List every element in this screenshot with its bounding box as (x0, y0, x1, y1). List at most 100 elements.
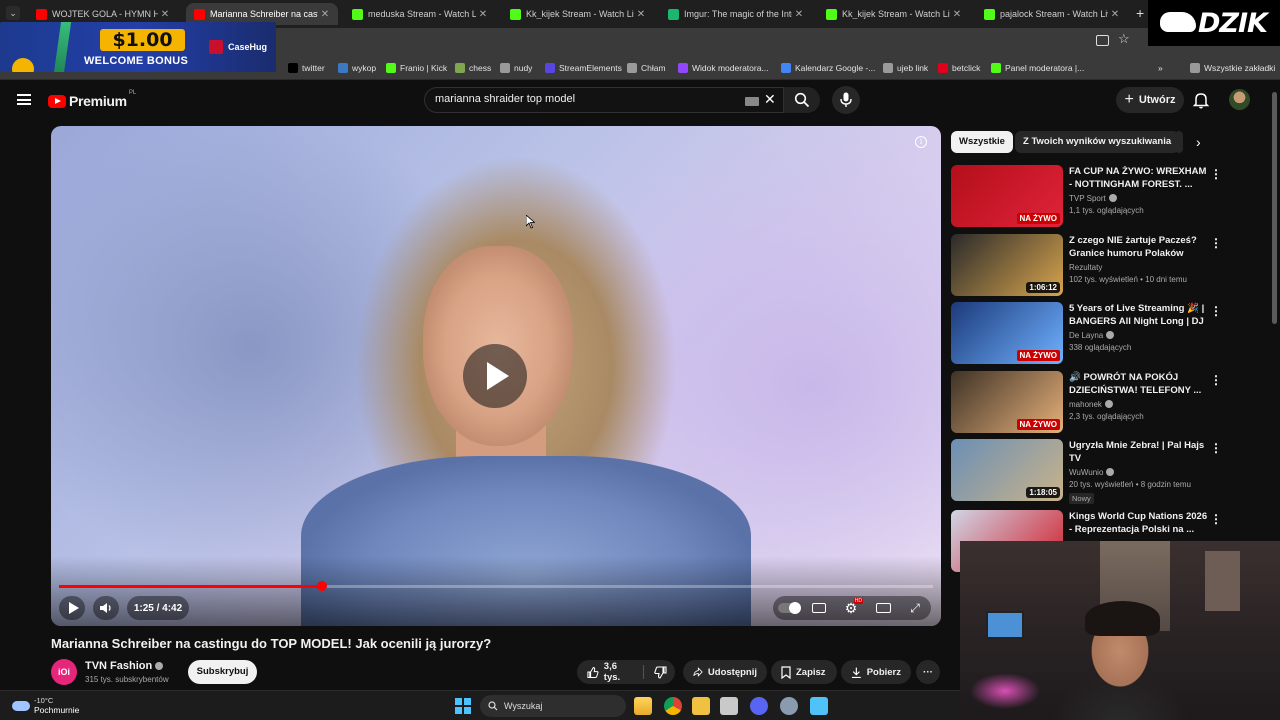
like-button[interactable]: 3,6 tys. (577, 660, 643, 684)
recommendation-title[interactable]: 5 Years of Live Streaming 🎉 | BANGERS Al… (1069, 302, 1209, 328)
bookmark-item[interactable]: Kalendarz Google -... (781, 61, 875, 75)
user-avatar[interactable] (1229, 89, 1250, 110)
discord-icon[interactable] (750, 697, 768, 715)
recommendation-thumbnail[interactable]: NA ŻYWO (951, 371, 1063, 433)
more-options-icon[interactable]: ⋮ (1210, 512, 1222, 526)
browser-tab[interactable]: pajalock Stream - Watch Live on✕ (976, 3, 1128, 25)
clear-search-icon[interactable]: ✕ (764, 91, 776, 108)
save-button[interactable]: Zapisz (771, 660, 837, 684)
info-icon[interactable]: i (915, 136, 927, 148)
menu-hamburger-icon[interactable] (17, 94, 31, 105)
recommendation-channel[interactable]: De Layna (1069, 331, 1115, 340)
recommendation-thumbnail[interactable]: 1:18:05 (951, 439, 1063, 501)
tab-close-icon[interactable]: ✕ (634, 9, 648, 20)
more-options-icon[interactable]: ⋮ (1210, 304, 1222, 318)
bookmark-item[interactable]: twitter (288, 61, 325, 75)
video-player[interactable]: i 1:25 / 4:42 ⚙ HD ⤢ (51, 126, 941, 626)
recommendation-title[interactable]: Ugryzła Mnie Zebra! | Pal Hajs TV (1069, 439, 1209, 465)
recommendation-channel[interactable]: TVP Sport (1069, 194, 1117, 203)
bookmark-item[interactable]: StreamElements (545, 61, 622, 75)
recommendation-channel[interactable]: Rezultaty (1069, 263, 1102, 272)
tab-close-icon[interactable]: ✕ (792, 9, 806, 20)
recommendation-channel[interactable]: WuWunio (1069, 468, 1115, 477)
tab-close-icon[interactable]: ✕ (158, 9, 172, 20)
recommendation-item[interactable]: NA ŻYWO 🔊 POWRÓT NA POKÓJ DZIECIŃSTWA! TE… (951, 371, 1231, 433)
recommendation-item[interactable]: NA ŻYWO FA CUP NA ŻYWO: WREXHAM - NOTTING… (951, 165, 1231, 227)
keyboard-icon[interactable] (745, 97, 759, 106)
recommendation-item[interactable]: 1:06:12 Z czego NIE żartuje Pacześ? Grani… (951, 234, 1231, 296)
page-scrollbar[interactable] (1272, 92, 1277, 324)
bookmarks-overflow-icon[interactable]: » (1158, 61, 1163, 75)
bookmark-item[interactable]: Chłam (627, 61, 666, 75)
more-options-icon[interactable]: ⋮ (1210, 236, 1222, 250)
dislike-button[interactable] (645, 660, 675, 684)
all-bookmarks-button[interactable]: Wszystkie zakładki (1190, 61, 1275, 75)
youtube-premium-logo[interactable]: Premium PL (48, 90, 136, 109)
casehug-ad-overlay[interactable]: $1.00 WELCOME BONUS CaseHug (0, 22, 276, 72)
chrome-icon[interactable] (664, 697, 682, 715)
install-app-icon[interactable] (1096, 35, 1109, 46)
recommendation-thumbnail[interactable]: NA ŻYWO (951, 165, 1063, 227)
tab-close-icon[interactable]: ✕ (476, 9, 490, 20)
file-explorer-icon[interactable] (634, 697, 652, 715)
subscribe-button[interactable]: Subskrybuj (188, 660, 257, 684)
windows-start-icon[interactable] (455, 698, 471, 714)
search-input[interactable] (435, 93, 735, 105)
tab-search-dropdown-icon[interactable]: ⌄ (6, 6, 20, 20)
chip-all[interactable]: Wszystkie (951, 131, 1013, 153)
recommendation-title[interactable]: Kings World Cup Nations 2026 - Reprezent… (1069, 510, 1209, 536)
create-button[interactable]: + Utwórz (1116, 87, 1184, 113)
subtitles-icon[interactable] (809, 599, 829, 617)
more-actions-button[interactable]: ··· (916, 660, 940, 684)
tab-close-icon[interactable]: ✕ (318, 9, 332, 20)
autoplay-toggle[interactable] (777, 599, 801, 617)
browser-tab[interactable]: Kk_kijek Stream - Watch Live on✕ (502, 3, 654, 25)
settings-app-icon[interactable] (780, 697, 798, 715)
bookmark-item[interactable]: Franio | Kick (386, 61, 447, 75)
fullscreen-icon[interactable]: ⤢ (905, 599, 925, 617)
more-options-icon[interactable]: ⋮ (1210, 373, 1222, 387)
download-button[interactable]: Pobierz (841, 660, 911, 684)
bookmark-item[interactable]: Panel moderatora |... (991, 61, 1084, 75)
new-tab-button[interactable]: + (1136, 5, 1144, 21)
chip-from-search[interactable]: Z Twoich wyników wyszukiwania (1015, 131, 1180, 153)
big-play-button[interactable] (463, 344, 527, 408)
bookmark-item[interactable]: Widok moderatora... (678, 61, 769, 75)
tab-close-icon[interactable]: ✕ (950, 9, 964, 20)
bookmark-item[interactable]: chess (455, 61, 491, 75)
more-options-icon[interactable]: ⋮ (1210, 441, 1222, 455)
volume-button[interactable] (93, 596, 119, 620)
bookmark-item[interactable]: wykop (338, 61, 376, 75)
more-options-icon[interactable]: ⋮ (1210, 167, 1222, 181)
app-icon-1[interactable] (692, 697, 710, 715)
progress-bar[interactable] (59, 581, 933, 591)
recommendation-item[interactable]: NA ŻYWO 5 Years of Live Streaming 🎉 | BAN… (951, 302, 1231, 364)
search-button[interactable] (784, 87, 820, 113)
notepad-icon[interactable] (810, 697, 828, 715)
browser-tab[interactable]: Kk_kijek Stream - Watch Live on✕ (818, 3, 970, 25)
recommendation-title[interactable]: FA CUP NA ŻYWO: WREXHAM - NOTTINGHAM FOR… (1069, 165, 1209, 191)
bookmark-item[interactable]: nudy (500, 61, 532, 75)
taskbar-search[interactable]: Wyszukaj (480, 695, 626, 717)
channel-name[interactable]: TVN Fashion (85, 660, 164, 672)
browser-tab[interactable]: Imgur: The magic of the Internet✕ (660, 3, 812, 25)
settings-gear-icon[interactable]: ⚙ HD (841, 598, 863, 617)
recommendation-title[interactable]: 🔊 POWRÓT NA POKÓJ DZIECIŃSTWA! TELEFONY … (1069, 371, 1209, 397)
theater-mode-icon[interactable] (873, 599, 893, 617)
chip-partial[interactable]: Z (1175, 131, 1183, 153)
bookmark-item[interactable]: betclick (938, 61, 980, 75)
channel-avatar[interactable]: iOi (51, 659, 77, 685)
browser-tab[interactable]: meduska Stream - Watch Live on✕ (344, 3, 496, 25)
recommendation-channel[interactable]: mahonek (1069, 400, 1113, 409)
chevron-right-icon[interactable]: › (1196, 134, 1201, 150)
app-icon-2[interactable] (720, 697, 738, 715)
recommendation-item[interactable]: 1:18:05 Ugryzła Mnie Zebra! | Pal Hajs TV… (951, 439, 1231, 504)
voice-search-button[interactable] (832, 86, 860, 114)
bookmark-star-icon[interactable]: ☆ (1118, 31, 1130, 47)
tab-close-icon[interactable]: ✕ (1108, 9, 1122, 20)
share-button[interactable]: Udostępnij (683, 660, 767, 684)
notifications-bell-icon[interactable] (1192, 91, 1210, 109)
bookmark-item[interactable]: ujeb link (883, 61, 928, 75)
weather-widget[interactable]: -10°C Pochmurnie (12, 696, 79, 715)
progress-scrubber[interactable] (317, 581, 328, 591)
